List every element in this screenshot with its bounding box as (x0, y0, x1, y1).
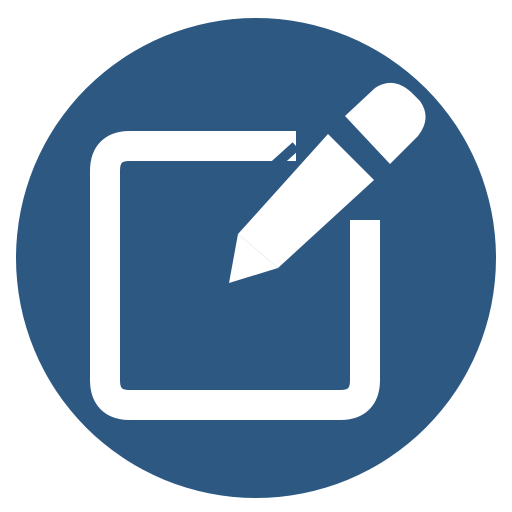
edit-icon (16, 18, 496, 498)
icon-canvas (0, 0, 512, 512)
